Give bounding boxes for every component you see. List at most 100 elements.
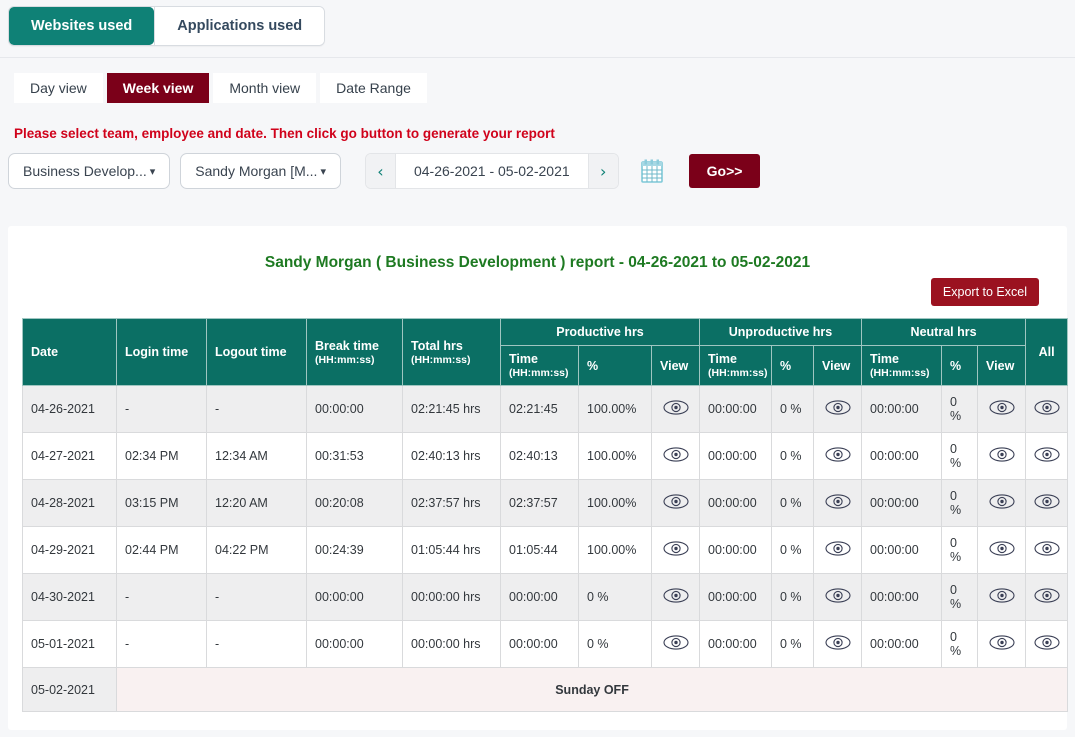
view-all-icon[interactable]: [1034, 541, 1060, 559]
cell-neutral-time: 00:00:00: [862, 386, 942, 433]
date-range-value[interactable]: 04-26-2021 - 05-02-2021: [396, 163, 588, 179]
chevron-down-icon: ▾: [150, 165, 156, 178]
cell-productive-view[interactable]: [652, 621, 700, 668]
cell-all-view[interactable]: [1026, 433, 1068, 480]
view-unproductive-icon[interactable]: [825, 588, 851, 606]
cell-neutral-view[interactable]: [978, 527, 1026, 574]
notice-text: Please select team, employee and date. T…: [0, 118, 1075, 141]
cell-productive-view[interactable]: [652, 480, 700, 527]
cell-unproductive-view[interactable]: [814, 621, 862, 668]
cell-unproductive-view[interactable]: [814, 386, 862, 433]
col-unproductive-time-label: Time: [708, 352, 737, 366]
view-productive-icon[interactable]: [663, 447, 689, 465]
cell-all-view[interactable]: [1026, 574, 1068, 621]
view-productive-icon[interactable]: [663, 588, 689, 606]
view-all-icon[interactable]: [1034, 588, 1060, 606]
col-unproductive-time: Time (HH:mm:ss): [700, 346, 772, 386]
tab-week-view[interactable]: Week view: [107, 73, 210, 103]
view-unproductive-icon[interactable]: [825, 635, 851, 653]
cell-neutral-pct: 0 %: [942, 433, 978, 480]
employee-select[interactable]: Sandy Morgan [M... ▾: [180, 153, 341, 189]
cell-unproductive-pct: 0 %: [772, 386, 814, 433]
view-neutral-icon[interactable]: [989, 588, 1015, 606]
cell-unproductive-view[interactable]: [814, 480, 862, 527]
view-neutral-icon[interactable]: [989, 494, 1015, 512]
view-productive-icon[interactable]: [663, 494, 689, 512]
tab-websites-used[interactable]: Websites used: [9, 7, 154, 45]
tab-day-view[interactable]: Day view: [14, 73, 103, 103]
cell-date: 04-28-2021: [23, 480, 117, 527]
view-productive-icon[interactable]: [663, 400, 689, 418]
cell-neutral-view[interactable]: [978, 433, 1026, 480]
view-unproductive-icon[interactable]: [825, 447, 851, 465]
next-week-button[interactable]: ›: [588, 154, 618, 188]
cell-productive-view[interactable]: [652, 433, 700, 480]
cell-logout-time: 04:22 PM: [207, 527, 307, 574]
go-button[interactable]: Go>>: [689, 154, 761, 188]
cell-neutral-view[interactable]: [978, 621, 1026, 668]
cell-all-view[interactable]: [1026, 621, 1068, 668]
cell-login-time: 02:34 PM: [117, 433, 207, 480]
col-total-hrs-label: Total hrs: [411, 339, 463, 353]
report-table: Date Login time Logout time Break time (…: [22, 318, 1068, 712]
view-neutral-icon[interactable]: [989, 400, 1015, 418]
tab-month-view[interactable]: Month view: [213, 73, 316, 103]
top-tab-group: Websites used Applications used: [8, 6, 325, 46]
view-unproductive-icon[interactable]: [825, 494, 851, 512]
col-unproductive-view: View: [814, 346, 862, 386]
cell-neutral-view[interactable]: [978, 574, 1026, 621]
col-productive-time-format: (HH:mm:ss): [509, 367, 570, 379]
calendar-icon[interactable]: [641, 159, 663, 183]
cell-unproductive-pct: 0 %: [772, 527, 814, 574]
view-productive-icon[interactable]: [663, 541, 689, 559]
cell-break-time: 00:00:00: [307, 574, 403, 621]
cell-break-time: 00:31:53: [307, 433, 403, 480]
cell-productive-view[interactable]: [652, 527, 700, 574]
cell-login-time: -: [117, 386, 207, 433]
cell-day-off: Sunday OFF: [117, 668, 1068, 712]
cell-all-view[interactable]: [1026, 480, 1068, 527]
cell-unproductive-time: 00:00:00: [700, 480, 772, 527]
cell-logout-time: -: [207, 621, 307, 668]
view-all-icon[interactable]: [1034, 447, 1060, 465]
view-neutral-icon[interactable]: [989, 541, 1015, 559]
cell-neutral-time: 00:00:00: [862, 574, 942, 621]
tab-date-range[interactable]: Date Range: [320, 73, 427, 103]
team-select[interactable]: Business Develop... ▾: [8, 153, 170, 189]
cell-login-time: 03:15 PM: [117, 480, 207, 527]
cell-unproductive-time: 00:00:00: [700, 527, 772, 574]
view-unproductive-icon[interactable]: [825, 400, 851, 418]
table-row: 04-28-202103:15 PM12:20 AM00:20:0802:37:…: [23, 480, 1068, 527]
cell-logout-time: -: [207, 574, 307, 621]
export-to-excel-button[interactable]: Export to Excel: [931, 278, 1039, 306]
chevron-down-icon: ▾: [320, 165, 326, 178]
view-all-icon[interactable]: [1034, 635, 1060, 653]
col-neutral-pct: %: [942, 346, 978, 386]
cell-neutral-view[interactable]: [978, 480, 1026, 527]
view-all-icon[interactable]: [1034, 494, 1060, 512]
cell-neutral-view[interactable]: [978, 386, 1026, 433]
cell-productive-view[interactable]: [652, 386, 700, 433]
cell-unproductive-view[interactable]: [814, 574, 862, 621]
view-neutral-icon[interactable]: [989, 635, 1015, 653]
cell-unproductive-view[interactable]: [814, 433, 862, 480]
table-row: 05-01-2021--00:00:0000:00:00 hrs00:00:00…: [23, 621, 1068, 668]
cell-productive-view[interactable]: [652, 574, 700, 621]
col-neutral-time-label: Time: [870, 352, 899, 366]
team-select-value: Business Develop...: [23, 163, 147, 179]
cell-productive-time: 00:00:00: [501, 574, 579, 621]
tab-applications-used[interactable]: Applications used: [154, 7, 324, 45]
top-tab-bar: Websites used Applications used: [0, 0, 1075, 58]
cell-unproductive-view[interactable]: [814, 527, 862, 574]
cell-date: 04-29-2021: [23, 527, 117, 574]
prev-week-button[interactable]: ‹: [366, 154, 396, 188]
view-productive-icon[interactable]: [663, 635, 689, 653]
view-unproductive-icon[interactable]: [825, 541, 851, 559]
cell-total-hrs: 02:40:13 hrs: [403, 433, 501, 480]
cell-all-view[interactable]: [1026, 527, 1068, 574]
cell-date: 04-26-2021: [23, 386, 117, 433]
view-all-icon[interactable]: [1034, 400, 1060, 418]
cell-unproductive-pct: 0 %: [772, 621, 814, 668]
cell-all-view[interactable]: [1026, 386, 1068, 433]
view-neutral-icon[interactable]: [989, 447, 1015, 465]
